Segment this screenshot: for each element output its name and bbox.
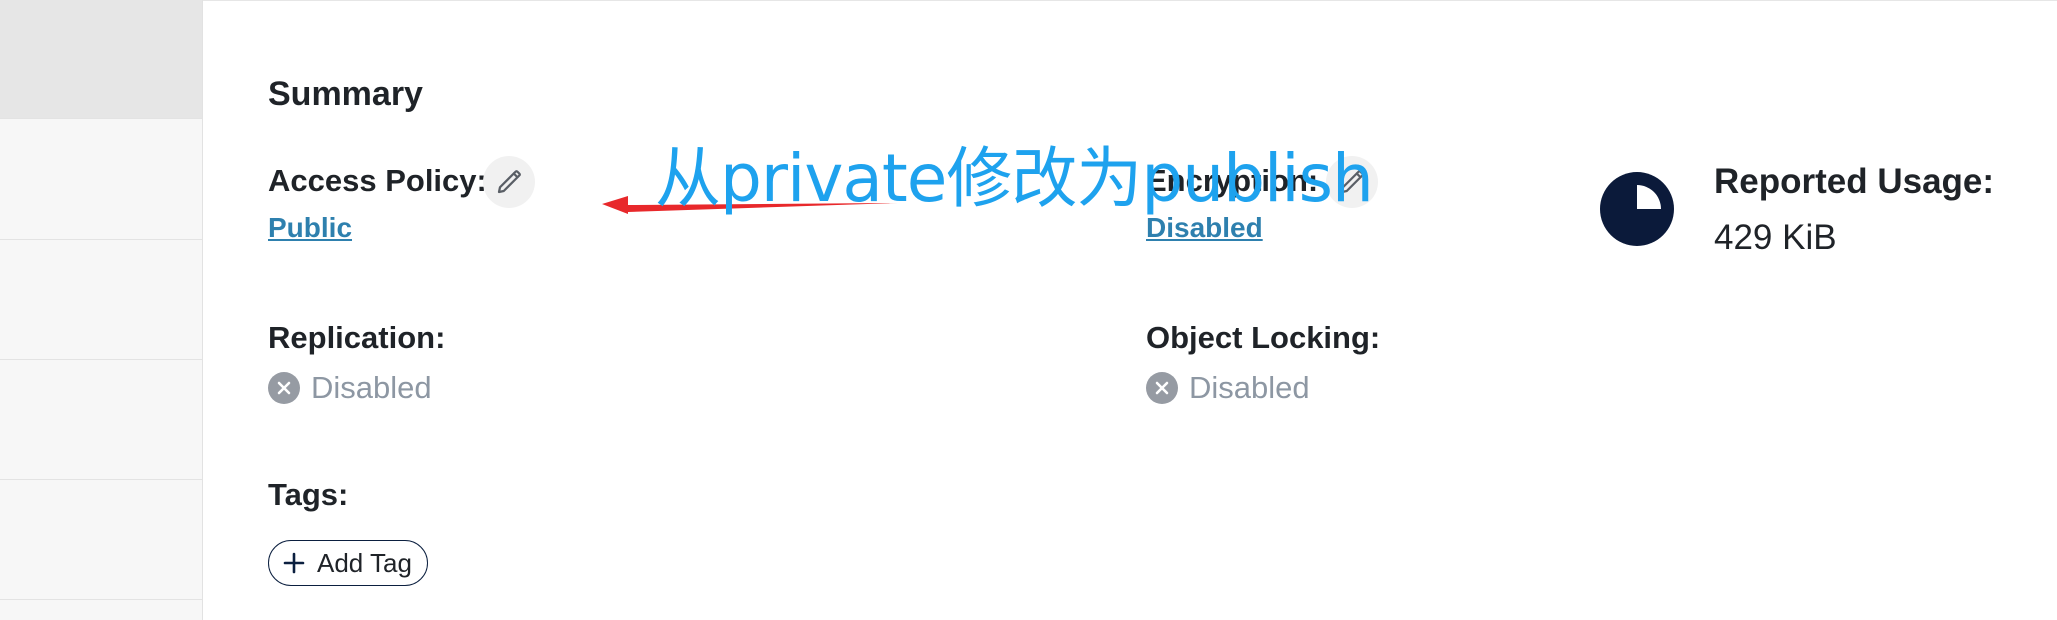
x-circle-icon xyxy=(268,372,300,404)
replication-status: Disabled xyxy=(268,370,432,406)
object-locking-status: Disabled xyxy=(1146,370,1310,406)
sidebar-item[interactable] xyxy=(0,241,202,360)
access-policy-link[interactable]: Public xyxy=(268,212,352,244)
section-title: Summary xyxy=(268,75,423,113)
top-divider xyxy=(203,0,2057,4)
sidebar-item[interactable] xyxy=(0,481,202,600)
sidebar xyxy=(0,0,203,620)
object-locking-label: Object Locking: xyxy=(1146,320,1381,355)
sidebar-item-active[interactable] xyxy=(0,0,202,119)
replication-label: Replication: xyxy=(268,320,446,355)
annotation-text: 从private修改为publish xyxy=(655,140,1374,217)
add-tag-label: Add Tag xyxy=(317,547,412,578)
object-locking-value: Disabled xyxy=(1189,370,1310,405)
sidebar-item[interactable] xyxy=(0,121,202,240)
add-tag-button[interactable]: Add Tag xyxy=(268,540,428,586)
edit-access-policy-button[interactable] xyxy=(483,156,535,208)
replication-value: Disabled xyxy=(311,370,432,405)
reported-usage-value: 429 KiB xyxy=(1714,218,1837,257)
plus-icon xyxy=(283,552,305,574)
access-policy-label: Access Policy: xyxy=(268,163,487,198)
x-circle-icon xyxy=(1146,372,1178,404)
pie-usage-icon xyxy=(1600,172,1674,246)
tags-label: Tags: xyxy=(268,477,349,512)
sidebar-item[interactable] xyxy=(0,361,202,480)
pencil-icon xyxy=(497,170,521,194)
reported-usage-label: Reported Usage: xyxy=(1714,162,1995,201)
bucket-summary-page: Summary Access Policy: Public Encryption… xyxy=(0,0,2057,620)
